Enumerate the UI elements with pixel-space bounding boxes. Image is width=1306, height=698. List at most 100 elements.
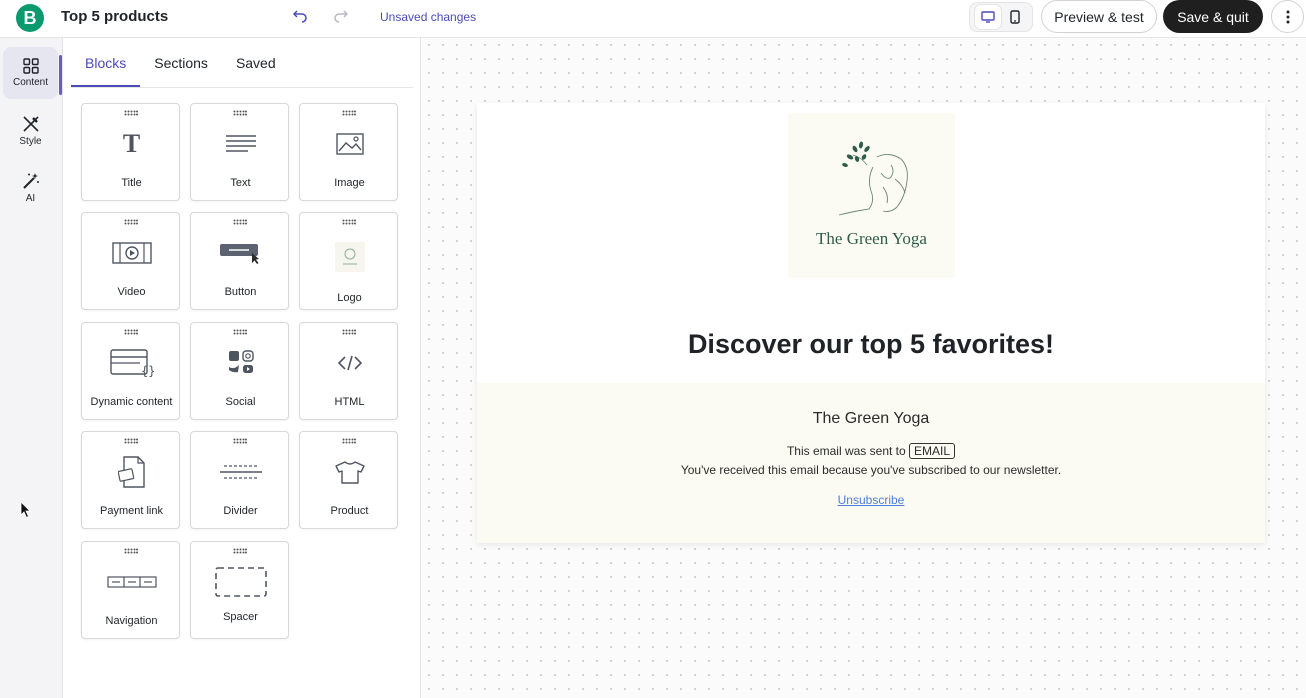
mobile-view-button[interactable] bbox=[1002, 5, 1028, 29]
block-image[interactable]: Image bbox=[299, 103, 398, 201]
content-panel: Blocks Sections Saved T Title Text Image… bbox=[63, 38, 421, 698]
left-rail: Content Style AI bbox=[0, 38, 63, 698]
redo-icon[interactable] bbox=[331, 6, 351, 26]
device-toggle bbox=[969, 2, 1033, 32]
tab-blocks[interactable]: Blocks bbox=[71, 38, 141, 87]
drag-handle-icon bbox=[342, 219, 356, 225]
panel-tabs: Blocks Sections Saved bbox=[71, 38, 290, 88]
block-label: HTML bbox=[334, 396, 365, 408]
video-icon bbox=[82, 235, 181, 271]
block-label: Dynamic content bbox=[90, 396, 173, 408]
block-label: Payment link bbox=[100, 505, 163, 517]
tabs-divider bbox=[71, 87, 413, 88]
drag-handle-icon bbox=[233, 110, 247, 116]
mouse-cursor-icon bbox=[20, 501, 31, 519]
email-merge-tag: EMAIL bbox=[909, 443, 956, 459]
save-status: Unsaved changes bbox=[380, 10, 477, 24]
kebab-menu-icon bbox=[1286, 10, 1289, 23]
logo-brand-text: The Green Yoga bbox=[816, 229, 927, 248]
block-social[interactable]: Social bbox=[190, 322, 289, 420]
drag-handle-icon bbox=[342, 329, 356, 335]
email-logo-block[interactable]: The Green Yoga bbox=[788, 113, 955, 278]
title-icon: T bbox=[122, 129, 141, 158]
block-spacer[interactable]: Spacer bbox=[190, 541, 289, 639]
desktop-icon bbox=[980, 11, 995, 23]
magic-wand-icon bbox=[22, 173, 39, 189]
campaign-title[interactable]: Top 5 products bbox=[61, 8, 168, 25]
rail-item-ai[interactable]: AI bbox=[3, 162, 58, 214]
divider-icon bbox=[191, 454, 290, 490]
email-footer[interactable]: The Green Yoga This email was sent to EM… bbox=[477, 383, 1265, 543]
sent-to-line: This email was sent to EMAIL bbox=[477, 443, 1265, 459]
block-label: Spacer bbox=[223, 611, 258, 623]
payment-link-icon bbox=[82, 454, 181, 490]
block-html[interactable]: HTML bbox=[299, 322, 398, 420]
email-canvas: The Green Yoga Discover our top 5 favori… bbox=[422, 38, 1306, 698]
code-icon bbox=[300, 345, 399, 381]
block-video[interactable]: Video bbox=[81, 212, 180, 310]
mobile-icon bbox=[1009, 10, 1020, 24]
tab-sections[interactable]: Sections bbox=[140, 38, 222, 87]
block-label: Navigation bbox=[105, 615, 158, 627]
drag-handle-icon bbox=[124, 438, 138, 444]
style-brush-icon bbox=[22, 116, 39, 132]
sent-to-text: This email was sent to bbox=[786, 444, 906, 458]
button-icon bbox=[191, 235, 290, 271]
email-headline[interactable]: Discover our top 5 favorites! bbox=[477, 329, 1265, 360]
drag-handle-icon bbox=[233, 438, 247, 444]
drag-handle-icon bbox=[342, 110, 356, 116]
unsubscribe-link[interactable]: Unsubscribe bbox=[477, 493, 1265, 507]
text-icon bbox=[191, 126, 290, 162]
rail-item-label: AI bbox=[25, 193, 36, 204]
block-text[interactable]: Text bbox=[190, 103, 289, 201]
rail-item-content[interactable]: Content bbox=[3, 47, 58, 99]
block-label: Title bbox=[121, 177, 142, 189]
drag-handle-icon bbox=[124, 548, 138, 554]
rail-item-label: Style bbox=[19, 136, 42, 147]
drag-handle-icon bbox=[233, 548, 247, 554]
drag-handle-icon bbox=[233, 219, 247, 225]
block-payment-link[interactable]: Payment link bbox=[81, 431, 180, 529]
active-indicator bbox=[59, 55, 62, 95]
save-quit-button[interactable]: Save & quit bbox=[1163, 0, 1263, 33]
block-dynamic-content[interactable]: {} Dynamic content bbox=[81, 322, 180, 420]
tab-saved[interactable]: Saved bbox=[222, 38, 290, 87]
block-navigation[interactable]: Navigation bbox=[81, 541, 180, 639]
more-options-button[interactable] bbox=[1271, 0, 1304, 33]
drag-handle-icon bbox=[124, 219, 138, 225]
drag-handle-icon bbox=[124, 110, 138, 116]
footer-brand-name: The Green Yoga bbox=[812, 410, 930, 427]
image-icon bbox=[300, 126, 399, 162]
tshirt-icon bbox=[300, 454, 399, 490]
block-title[interactable]: T Title bbox=[81, 103, 180, 201]
spacer-icon bbox=[191, 564, 290, 600]
top-bar: B Top 5 products Unsaved changes Preview… bbox=[0, 0, 1306, 38]
block-divider[interactable]: Divider bbox=[190, 431, 289, 529]
yoga-logo-illustration bbox=[838, 141, 908, 216]
svg-text:{}: {} bbox=[141, 364, 154, 377]
subscription-reason: You've received this email because you'v… bbox=[680, 463, 1062, 477]
drag-handle-icon bbox=[342, 438, 356, 444]
rail-item-label: Content bbox=[12, 77, 49, 88]
block-label: Logo bbox=[337, 292, 362, 304]
undo-icon[interactable] bbox=[290, 6, 310, 26]
email-preview: The Green Yoga Discover our top 5 favori… bbox=[477, 103, 1265, 543]
block-label: Social bbox=[225, 396, 256, 408]
social-icon bbox=[191, 345, 290, 381]
preview-test-button[interactable]: Preview & test bbox=[1041, 0, 1157, 33]
brevo-logo[interactable]: B bbox=[16, 4, 44, 32]
rail-item-style[interactable]: Style bbox=[3, 105, 58, 157]
block-label: Divider bbox=[223, 505, 258, 517]
block-label: Text bbox=[230, 177, 251, 189]
block-label: Product bbox=[330, 505, 369, 517]
drag-handle-icon bbox=[233, 329, 247, 335]
block-button[interactable]: Button bbox=[190, 212, 289, 310]
drag-handle-icon bbox=[124, 329, 138, 335]
block-label: Button bbox=[224, 286, 257, 298]
block-label: Image bbox=[334, 177, 365, 189]
block-logo[interactable]: Logo bbox=[299, 212, 398, 310]
desktop-view-button[interactable] bbox=[974, 5, 1001, 29]
grid-icon bbox=[22, 58, 39, 74]
block-product[interactable]: Product bbox=[299, 431, 398, 529]
navigation-icon bbox=[82, 564, 181, 600]
